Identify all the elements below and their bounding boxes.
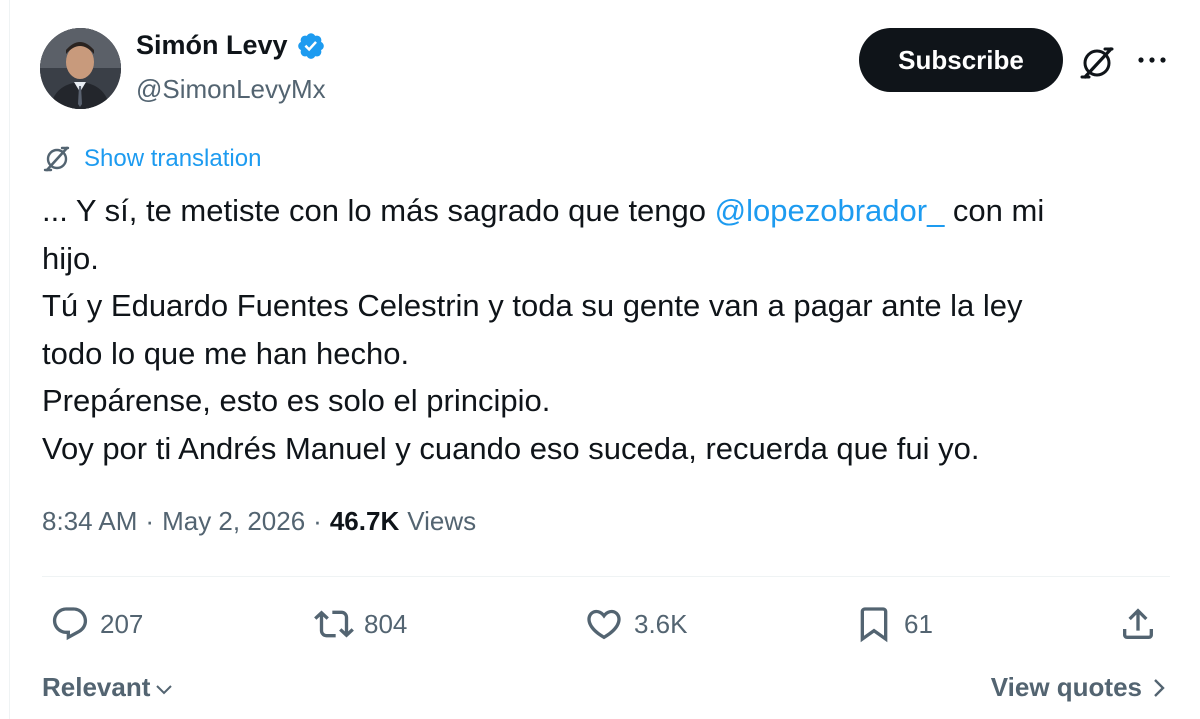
verified-badge-icon	[297, 32, 324, 59]
reply-icon	[52, 607, 88, 641]
tweet-text: ... Y sí, te metiste con lo más sagrado …	[42, 187, 1162, 472]
author-name-row[interactable]: Simón Levy	[136, 30, 326, 61]
share-icon	[1123, 608, 1153, 639]
avatar[interactable]	[40, 28, 121, 109]
repost-button[interactable]: 804	[314, 604, 407, 644]
show-translation-label[interactable]: Show translation	[84, 145, 261, 173]
tweet-time[interactable]: 8:34 AM	[42, 506, 137, 537]
bookmark-icon	[860, 607, 888, 643]
bookmark-button[interactable]: 61	[854, 604, 933, 644]
subscribe-button[interactable]: Subscribe	[859, 28, 1063, 92]
views-count[interactable]: 46.7K	[330, 506, 399, 537]
translate-icon	[43, 146, 70, 172]
tweet-line-3: Tú y Eduardo Fuentes Celestrin y toda su…	[42, 288, 1023, 323]
view-quotes-link[interactable]: View quotes	[991, 672, 1168, 703]
author-name[interactable]: Simón Levy	[136, 30, 288, 61]
reply-count: 207	[100, 608, 144, 639]
divider	[42, 576, 1170, 577]
sort-label[interactable]: Relevant	[42, 672, 150, 703]
like-button[interactable]: 3.6K	[584, 604, 688, 644]
heart-icon	[587, 609, 621, 640]
meta-separator: ·	[145, 506, 155, 536]
more-icon[interactable]	[1136, 52, 1168, 68]
tweet-date[interactable]: May 2, 2026	[162, 506, 305, 537]
views-label[interactable]: Views	[407, 506, 476, 537]
tweet-line-6: Voy por ti Andrés Manuel y cuando eso su…	[42, 430, 980, 466]
meta-separator: ·	[313, 506, 322, 536]
like-count: 3.6K	[634, 608, 688, 639]
show-translation-link[interactable]: Show translation	[42, 144, 261, 174]
tweet-meta: 8:34 AM · May 2, 2026 · 46.7K Views	[42, 506, 476, 537]
author-handle[interactable]: @SimonLevyMx	[136, 74, 326, 105]
tweet-text-segment: ... Y sí, te metiste con lo más sagrado …	[42, 193, 715, 228]
bookmark-count: 61	[904, 608, 933, 639]
chevron-right-icon	[1154, 678, 1165, 697]
tweet-line-1: ... Y sí, te metiste con lo más sagrado …	[42, 187, 1162, 235]
grok-icon[interactable]	[1078, 44, 1116, 82]
tweet-line-5: Prepárense, esto es solo el principio.	[42, 383, 551, 418]
view-quotes-label[interactable]: View quotes	[991, 672, 1142, 703]
tweet-line-4: todo lo que me han hecho.	[42, 335, 410, 371]
reply-button[interactable]: 207	[50, 604, 143, 644]
mention-link[interactable]: @lopezobrador_	[715, 193, 945, 228]
tweet-line-2: hijo.	[42, 240, 99, 276]
share-button[interactable]	[1118, 604, 1158, 644]
tweet-text-segment: con mi	[944, 193, 1045, 228]
repost-icon	[314, 610, 354, 638]
chevron-down-icon	[156, 684, 173, 694]
repost-count: 804	[364, 608, 408, 639]
sort-replies-dropdown[interactable]: Relevant	[42, 672, 174, 703]
